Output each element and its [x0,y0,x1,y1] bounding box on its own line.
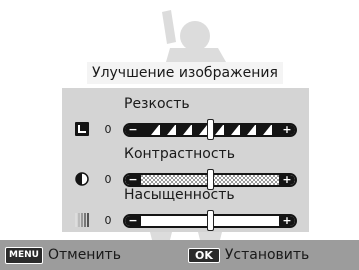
saturation-value: 0 [104,214,112,227]
saturation-label: Насыщенность [124,187,235,203]
contrast-icon [75,172,89,186]
sharpness-decrease-button[interactable]: − [125,125,141,135]
saturation-slider-handle[interactable] [207,210,214,231]
contrast-label: Контрастность [124,146,235,162]
sharpness-slider-handle[interactable] [207,119,214,140]
contrast-increase-button[interactable]: + [279,175,295,185]
sharpness-value: 0 [104,123,112,136]
sharpness-label: Резкость [124,96,190,112]
saturation-icon [75,213,89,227]
dialog-title: Улучшение изображения [87,62,283,84]
bottom-bar: MENU Отменить OK Установить [0,240,359,270]
adjustment-panel: Резкость 0 − + Контрастность 0 − + Насыщ… [62,88,309,232]
cancel-button[interactable]: MENU Отменить [5,240,121,270]
ok-key-badge: OK [188,247,220,263]
confirm-button[interactable]: OK Установить [188,240,309,270]
contrast-value: 0 [104,173,112,186]
confirm-label: Установить [224,247,310,263]
contrast-decrease-button[interactable]: − [125,175,141,185]
camera-screen: Улучшение изображения Резкость 0 − + Кон… [0,0,359,270]
saturation-decrease-button[interactable]: − [125,216,141,226]
sharpness-icon [75,122,89,136]
sharpness-increase-button[interactable]: + [279,125,295,135]
saturation-increase-button[interactable]: + [279,216,295,226]
menu-key-badge: MENU [5,246,43,264]
cancel-label: Отменить [47,247,121,263]
